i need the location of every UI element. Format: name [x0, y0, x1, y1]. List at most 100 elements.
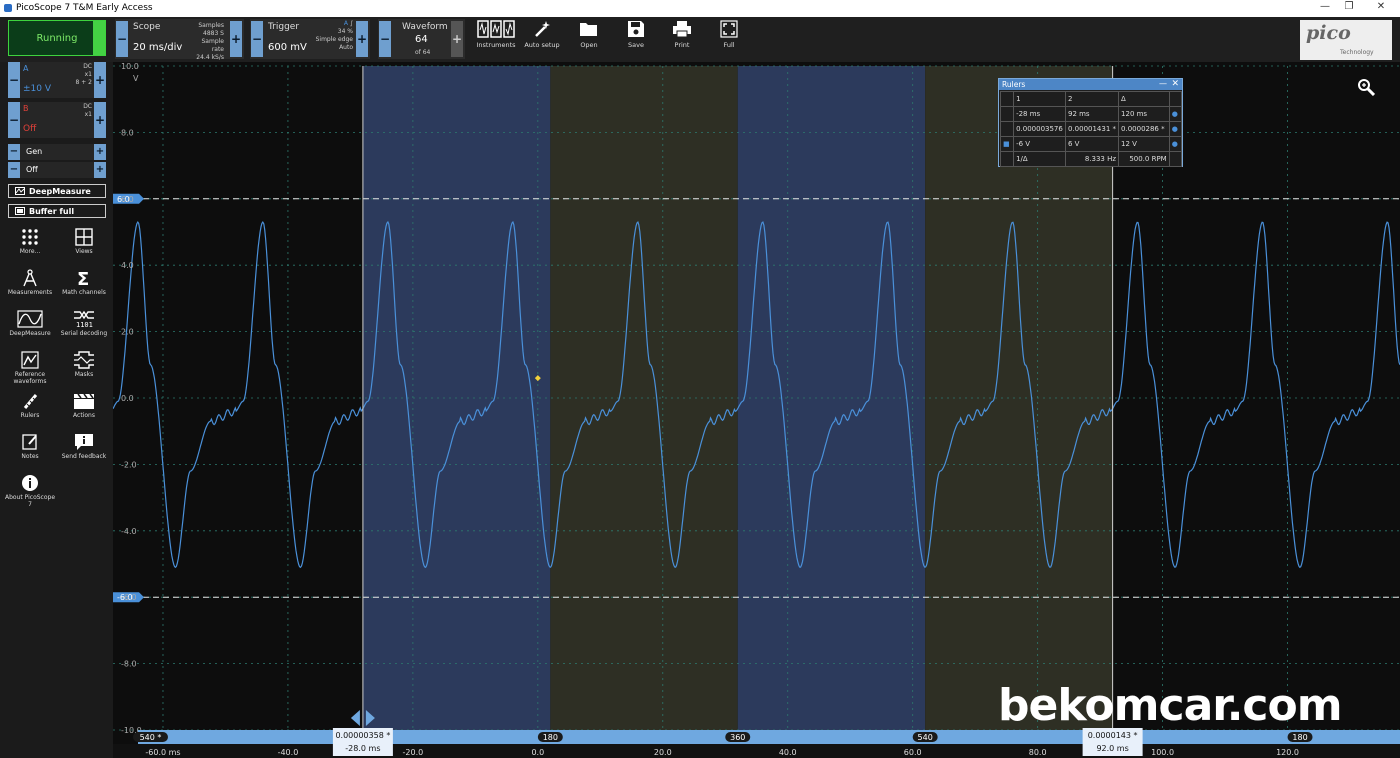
info-icon	[22, 475, 38, 491]
y-tick-label: -2.0	[121, 460, 137, 469]
magnifier-icon	[1358, 79, 1376, 97]
waveform-count: of 64	[415, 49, 431, 56]
channel-b-range-increase[interactable]: +	[94, 102, 106, 138]
samples-label: Samples	[198, 22, 224, 29]
channel-a-control[interactable]: − A ±10 V DC x1 8 + 2 +	[8, 62, 106, 98]
y-tick-label: -8.0	[121, 660, 137, 669]
trigger-position: 34 %	[337, 28, 353, 35]
channel-b-control[interactable]: − B Off DC x1 +	[8, 102, 106, 138]
print-button[interactable]: Print	[660, 20, 704, 58]
rulers-panel-header[interactable]: Rulers — ✕	[999, 79, 1182, 90]
save-icon	[628, 21, 644, 37]
about-label: About PicoScope 7	[4, 494, 56, 508]
masks-tool[interactable]: Masks	[57, 351, 111, 378]
trigger-label: Trigger	[268, 22, 300, 32]
auto-setup-button[interactable]: Auto setup	[520, 20, 564, 58]
maximize-button[interactable]: ❐	[1338, 1, 1360, 15]
reference-waveforms-label: Reference waveforms	[13, 371, 47, 385]
buffer-full-button[interactable]: Buffer full	[8, 204, 106, 218]
close-panel-icon[interactable]: ✕	[1171, 79, 1179, 90]
close-window-button[interactable]: ✕	[1370, 1, 1392, 15]
about-tool[interactable]: About PicoScope 7	[3, 474, 57, 508]
mask-icon	[74, 351, 94, 369]
zoom-tool[interactable]	[1357, 78, 1376, 100]
trigger-level[interactable]: 600 mV	[268, 42, 307, 53]
ruler-phase-delta: 0.0000286 *	[1118, 121, 1170, 137]
buffer-label: Buffer full	[29, 206, 75, 216]
print-label: Print	[674, 41, 690, 49]
x-tick-label: 40.0	[779, 748, 797, 757]
send-feedback-tool[interactable]: Send feedback	[57, 433, 111, 460]
generator-control[interactable]: − Gen +	[8, 144, 106, 160]
trigger-decrease-button[interactable]: −	[251, 21, 263, 57]
math-channels-tool[interactable]: Σ Math channels	[57, 269, 111, 296]
open-label: Open	[580, 41, 598, 49]
buffer-icon	[15, 207, 25, 215]
scope-view[interactable]: 6.0-6.010.08.06.04.02.00.0-2.0-4.0-6.0-8…	[113, 62, 1400, 758]
generator-state-decrease[interactable]: −	[8, 162, 20, 178]
x-tick-label: 80.0	[1029, 748, 1047, 757]
rulers-tool[interactable]: Rulers	[3, 392, 57, 419]
magic-wand-icon	[535, 21, 550, 37]
row-settings-icon[interactable]: ●	[1168, 121, 1183, 137]
instruments-icon	[477, 20, 515, 38]
timebase-decrease-button[interactable]: −	[116, 21, 128, 57]
trigger-increase-button[interactable]: +	[356, 21, 368, 57]
measurements-tool[interactable]: Measurements	[3, 269, 57, 296]
generator-state-increase[interactable]: +	[94, 162, 106, 178]
deepmeasure-button[interactable]: DeepMeasure	[8, 184, 106, 198]
sample-rate-label: Sample rate	[201, 38, 225, 53]
rulers-panel[interactable]: Rulers — ✕ 1 2 Δ -28 ms 92 ms 120 ms ● 0…	[998, 78, 1183, 167]
rulers-col-delta: Δ	[1118, 91, 1170, 107]
run-stop-button[interactable]: Running	[8, 20, 106, 56]
y-tick-label: 2.0	[121, 328, 134, 337]
waveform-label: Waveform	[402, 22, 448, 32]
x-tick-label: 20.0	[654, 748, 672, 757]
waveform-previous-button[interactable]: −	[379, 21, 391, 57]
minimize-panel-icon[interactable]: —	[1159, 78, 1167, 89]
ruler-rpm: 500.0 RPM	[1118, 151, 1170, 167]
views-tool[interactable]: Views	[57, 228, 111, 255]
clapper-icon	[74, 393, 94, 409]
channel-b-range-decrease[interactable]: −	[8, 102, 20, 138]
notes-tool[interactable]: Notes	[3, 433, 57, 460]
channel-a-swatch-icon: ■	[999, 136, 1015, 152]
deepmeasure-tool[interactable]: DeepMeasure	[3, 310, 57, 337]
phase-timeline-strip[interactable]	[138, 730, 1400, 744]
row-settings-icon[interactable]: ●	[1168, 106, 1183, 122]
full-screen-button[interactable]: Full	[707, 20, 751, 58]
channel-a-range-decrease[interactable]: −	[8, 62, 20, 98]
generator-increase[interactable]: +	[94, 144, 106, 160]
printer-icon	[673, 21, 691, 38]
timebase-value[interactable]: 20 ms/div	[133, 42, 182, 53]
actions-tool[interactable]: Actions	[57, 392, 111, 419]
row-settings-icon[interactable]: ●	[1168, 136, 1183, 152]
samples-value: 4883 S	[203, 30, 224, 37]
waveform-next-button[interactable]: +	[451, 21, 463, 57]
instruments-button[interactable]: Instruments	[474, 20, 518, 58]
channel-a-range[interactable]: ±10 V	[23, 84, 51, 94]
reference-waveforms-tool[interactable]: Reference waveforms	[3, 351, 57, 385]
minimize-button[interactable]: —	[1314, 1, 1336, 15]
channel-a-coupling: DC	[83, 63, 92, 70]
ruler-phase-2: 0.00001431 *	[1064, 121, 1120, 137]
waveform-buffer-group: − Waveform 64 of 64 +	[378, 19, 465, 59]
channel-b-range[interactable]: Off	[23, 124, 36, 134]
rising-edge-icon: ∫	[349, 20, 353, 27]
sample-rate-value: 24.4 kS/s	[196, 54, 224, 61]
deepmeasure-tool-label: DeepMeasure	[9, 330, 51, 337]
open-button[interactable]: Open	[567, 20, 611, 58]
auto-setup-label: Auto setup	[524, 41, 560, 49]
compass-icon	[23, 269, 37, 287]
timebase-increase-button[interactable]: +	[230, 21, 242, 57]
x-tick-label: -40.0	[278, 748, 299, 757]
generator-decrease[interactable]: −	[8, 144, 20, 160]
svg-text:Σ: Σ	[77, 269, 89, 287]
serial-decoding-tool[interactable]: 1101 Serial decoding	[57, 310, 111, 337]
more-tool[interactable]: More...	[3, 228, 57, 255]
generator-state-control[interactable]: − Off +	[8, 162, 106, 178]
channel-a-range-increase[interactable]: +	[94, 62, 106, 98]
waveform-number[interactable]: 64	[415, 34, 428, 45]
phase-band	[550, 66, 738, 730]
save-button[interactable]: Save	[614, 20, 658, 58]
